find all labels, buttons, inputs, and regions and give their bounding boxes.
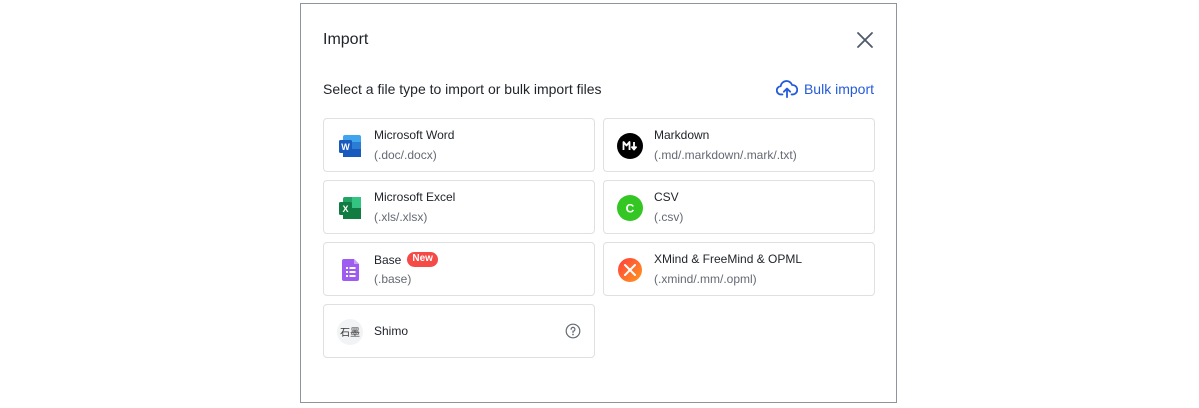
file-type-excel[interactable]: X Microsoft Excel (.xls/.xlsx) (323, 180, 595, 234)
svg-text:C: C (626, 202, 635, 216)
shimo-icon: 石墨 (337, 319, 363, 345)
new-badge: New (407, 252, 438, 267)
file-type-name: CSV (654, 190, 679, 204)
close-icon[interactable] (853, 28, 877, 52)
file-type-xmind[interactable]: XMind & FreeMind & OPML (.xmind/.mm/.opm… (603, 242, 875, 296)
file-type-name: Microsoft Word (374, 128, 455, 142)
file-type-name: Base (374, 252, 402, 267)
file-type-ext: (.md/.markdown/.mark/.txt) (654, 148, 797, 162)
file-type-shimo[interactable]: 石墨 Shimo (323, 304, 595, 358)
bulk-import-label: Bulk import (803, 81, 874, 97)
file-type-name: Markdown (654, 128, 710, 142)
csv-icon: C (617, 195, 643, 221)
svg-text:X: X (342, 204, 348, 214)
bulk-import-button[interactable]: Bulk import (775, 79, 874, 99)
file-type-markdown[interactable]: Markdown (.md/.markdown/.mark/.txt) (603, 118, 875, 172)
svg-text:石墨: 石墨 (340, 327, 360, 339)
file-type-ext: (.xmind/.mm/.opml) (654, 272, 757, 286)
file-type-ext: (.doc/.docx) (374, 148, 437, 162)
file-type-csv[interactable]: C CSV (.csv) (603, 180, 875, 234)
file-type-base[interactable]: Base New (.base) (323, 242, 595, 296)
dialog-title: Import (323, 31, 369, 48)
file-type-ext: (.base) (374, 272, 412, 286)
xmind-icon (618, 258, 642, 282)
file-type-name: Microsoft Excel (374, 190, 456, 204)
dialog-subtitle: Select a file type to import or bulk imp… (323, 81, 602, 97)
file-type-name: XMind & FreeMind & OPML (654, 252, 803, 266)
file-type-name: Shimo (374, 324, 409, 338)
base-icon (342, 259, 359, 281)
markdown-icon (617, 133, 643, 159)
file-type-ext: (.csv) (654, 210, 684, 224)
excel-icon: X (339, 197, 361, 219)
file-type-word[interactable]: W Microsoft Word (.doc/.docx) (323, 118, 595, 172)
file-type-ext: (.xls/.xlsx) (374, 210, 428, 224)
word-icon: W (339, 135, 361, 157)
cloud-upload-icon (775, 80, 798, 99)
svg-text:W: W (341, 142, 350, 152)
import-dialog: Import Select a file type to import or b… (300, 3, 897, 403)
help-circle-icon[interactable] (565, 323, 581, 339)
